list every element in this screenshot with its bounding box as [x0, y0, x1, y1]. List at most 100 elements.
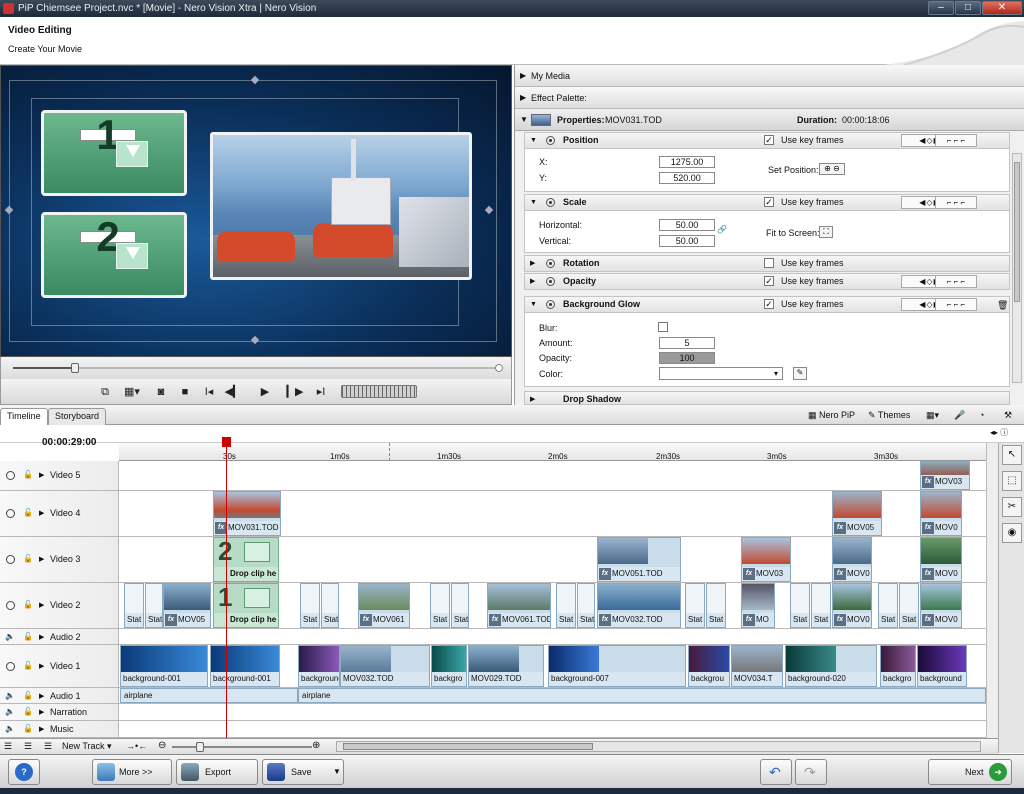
microphone-icon[interactable]: 🎤: [950, 408, 969, 423]
track-narration[interactable]: 🔈 🔓 ▶ Narration: [0, 704, 986, 721]
track-audio-1[interactable]: 🔈 🔓 ▶ Audio 1 airplane airplane: [0, 688, 986, 704]
video-preview[interactable]: 1 2: [0, 65, 512, 357]
speaker-icon[interactable]: 🔈: [5, 724, 15, 733]
timeline-clip[interactable]: MOV061 fx: [358, 583, 410, 628]
lock-icon[interactable]: 🔓: [23, 508, 33, 517]
keyframe-curve-icon[interactable]: ⌐ ⌐ ⌐: [935, 275, 977, 288]
timeline-clip[interactable]: Stat: [706, 583, 726, 628]
zoom-slider[interactable]: [172, 746, 312, 748]
zoom-out-icon[interactable]: ⊖: [158, 740, 166, 751]
visibility-icon[interactable]: [546, 300, 555, 309]
timeline-clip[interactable]: MOV03 fx: [920, 461, 970, 490]
aspect-menu-icon[interactable]: ▦▾: [119, 383, 145, 401]
timeline-clip[interactable]: MOV032.TOD fx: [597, 583, 681, 628]
next-frame-icon[interactable]: ▎▶: [285, 383, 305, 401]
track-height-large-icon[interactable]: ☰: [44, 741, 52, 752]
y-input[interactable]: 520.00: [659, 172, 715, 184]
lock-icon[interactable]: 🔓: [23, 632, 33, 641]
rotation-group[interactable]: ▶ Rotation Use key frames: [524, 255, 1010, 272]
expand-arrow-icon[interactable]: ▶: [39, 471, 44, 479]
stop-icon[interactable]: ■: [175, 383, 195, 401]
track-video-3[interactable]: 🔓 ▶ Video 3 2Drop clip he MOV051.TODfx MOV…: [0, 537, 986, 583]
opacity-input[interactable]: 100: [659, 352, 715, 364]
timeline-clip[interactable]: background-020: [785, 645, 877, 687]
tools-icon[interactable]: ⚒: [1000, 408, 1016, 423]
drop-placeholder-clip[interactable]: 2Drop clip he: [213, 537, 279, 582]
timeline-horizontal-scrollbar[interactable]: [336, 741, 981, 752]
scale-group[interactable]: ▼ Scale ✓ Use key frames ◀◇▶ ⌐ ⌐ ⌐: [524, 194, 1010, 211]
timeline-clip[interactable]: background-001: [120, 645, 208, 687]
track-audio-2[interactable]: 🔈 🔓 ▶ Audio 2: [0, 629, 986, 645]
properties-scrollbar[interactable]: [1012, 153, 1022, 383]
next-button[interactable]: Next ➜: [928, 759, 1012, 785]
track-video-1[interactable]: 🔓 ▶ Video 1 background-001 background-001 …: [0, 645, 986, 688]
timeline-clip[interactable]: MOV03 fx: [741, 537, 791, 582]
timer-icon[interactable]: ◔: [975, 408, 988, 423]
keyframes-checkbox[interactable]: ✓: [764, 276, 774, 286]
ruler-nav-icons[interactable]: ◂▸ ⓘ: [990, 427, 1008, 438]
amount-input[interactable]: 5: [659, 337, 715, 349]
track-video-2[interactable]: 🔓 ▶ Video 2 Stat Stat MOV05fx 1Drop clip h…: [0, 583, 986, 629]
timeline-clip[interactable]: MOV05 fx: [832, 491, 882, 536]
expand-arrow-icon[interactable]: ▶: [39, 555, 44, 563]
timeline-clip[interactable]: MOV0 fx: [920, 537, 962, 582]
timeline-clip[interactable]: background-001: [210, 645, 280, 687]
zoom-in-icon[interactable]: ⊕: [312, 740, 320, 751]
timeline-ruler[interactable]: 30s 1m0s 1m30s 2m0s 2m30s 3m0s 3m30s: [119, 443, 986, 461]
visibility-icon[interactable]: [6, 555, 15, 564]
timeline-clip[interactable]: Stat: [811, 583, 831, 628]
go-to-end-icon[interactable]: ▸I: [311, 383, 331, 401]
visibility-icon[interactable]: [546, 198, 555, 207]
expand-arrow-icon[interactable]: ▶: [39, 692, 44, 700]
timeline-clip[interactable]: MOV061.TOD fx: [487, 583, 551, 628]
expand-arrow-icon[interactable]: ▶: [39, 509, 44, 517]
track-video-4[interactable]: 🔓 ▶ Video 4 MOV031.TOD fx MOV05 fx MOV0 fx: [0, 491, 986, 537]
color-dropdown[interactable]: ▾: [659, 367, 783, 380]
timeline-vertical-scrollbar[interactable]: [986, 443, 998, 740]
timeline-clip[interactable]: MOV034.T: [731, 645, 783, 687]
expand-arrow-icon[interactable]: ▶: [39, 725, 44, 733]
opacity-group[interactable]: ▶ Opacity ✓ Use key frames ◀◇▶ ⌐ ⌐ ⌐: [524, 273, 1010, 290]
lock-icon[interactable]: 🔓: [23, 691, 33, 700]
timeline-clip[interactable]: Stat: [430, 583, 450, 628]
keyframes-checkbox[interactable]: ✓: [764, 135, 774, 145]
drop-shadow-group[interactable]: ▶ Drop Shadow: [524, 391, 1010, 405]
timeline-clip[interactable]: Stat: [577, 583, 595, 628]
lock-icon[interactable]: 🔓: [23, 661, 33, 670]
link-icon[interactable]: 🔗: [717, 225, 727, 234]
magnet-icon[interactable]: ◉: [1002, 523, 1022, 543]
pip-slot-2[interactable]: 2: [41, 212, 187, 298]
pip-video-frame[interactable]: [210, 132, 472, 280]
visibility-icon[interactable]: [546, 136, 555, 145]
trash-icon[interactable]: 🗑: [997, 298, 1008, 310]
horizontal-input[interactable]: 50.00: [659, 219, 715, 231]
minimize-button[interactable]: –: [928, 1, 954, 15]
visibility-icon[interactable]: [6, 601, 15, 610]
lock-icon[interactable]: 🔓: [23, 554, 33, 563]
snapshot-icon[interactable]: ◙: [151, 383, 171, 401]
pip-slot-1[interactable]: 1: [41, 110, 187, 196]
background-glow-group[interactable]: ▼ Background Glow ✓ Use key frames ◀◇▶ ⌐…: [524, 296, 1010, 313]
drop-placeholder-clip[interactable]: 1Drop clip he: [213, 583, 279, 628]
speaker-icon[interactable]: 🔈: [5, 707, 15, 716]
scrubber-knob[interactable]: [71, 363, 79, 373]
expand-arrow-icon[interactable]: ▶: [39, 601, 44, 609]
timeline-clip[interactable]: Stat: [556, 583, 576, 628]
preview-scrubber[interactable]: [0, 357, 512, 379]
track-music[interactable]: 🔈 🔓 ▶ Music: [0, 721, 986, 738]
maximize-button[interactable]: □: [955, 1, 981, 15]
properties-header[interactable]: ▼ Properties: MOV031.TOD Duration: 00:00…: [515, 109, 1024, 131]
set-position-button[interactable]: ⊕ ⊖: [819, 163, 845, 175]
speaker-icon[interactable]: 🔈: [5, 691, 15, 700]
timeline-clip[interactable]: backgrou: [688, 645, 730, 687]
eyedropper-icon[interactable]: ✎: [793, 367, 807, 380]
pointer-tool-icon[interactable]: ↖: [1002, 445, 1022, 465]
track-height-small-icon[interactable]: ☰: [4, 741, 12, 752]
marquee-tool-icon[interactable]: ⬚: [1002, 471, 1022, 491]
track-height-medium-icon[interactable]: ☰: [24, 741, 32, 752]
timeline-clip[interactable]: MOV031.TOD fx: [213, 491, 281, 536]
lock-icon[interactable]: 🔓: [23, 707, 33, 716]
timeline-clip[interactable]: background: [917, 645, 967, 687]
my-media-section[interactable]: ▶ My Media: [515, 65, 1024, 87]
chapters-menu-icon[interactable]: ▦▾: [922, 408, 943, 423]
